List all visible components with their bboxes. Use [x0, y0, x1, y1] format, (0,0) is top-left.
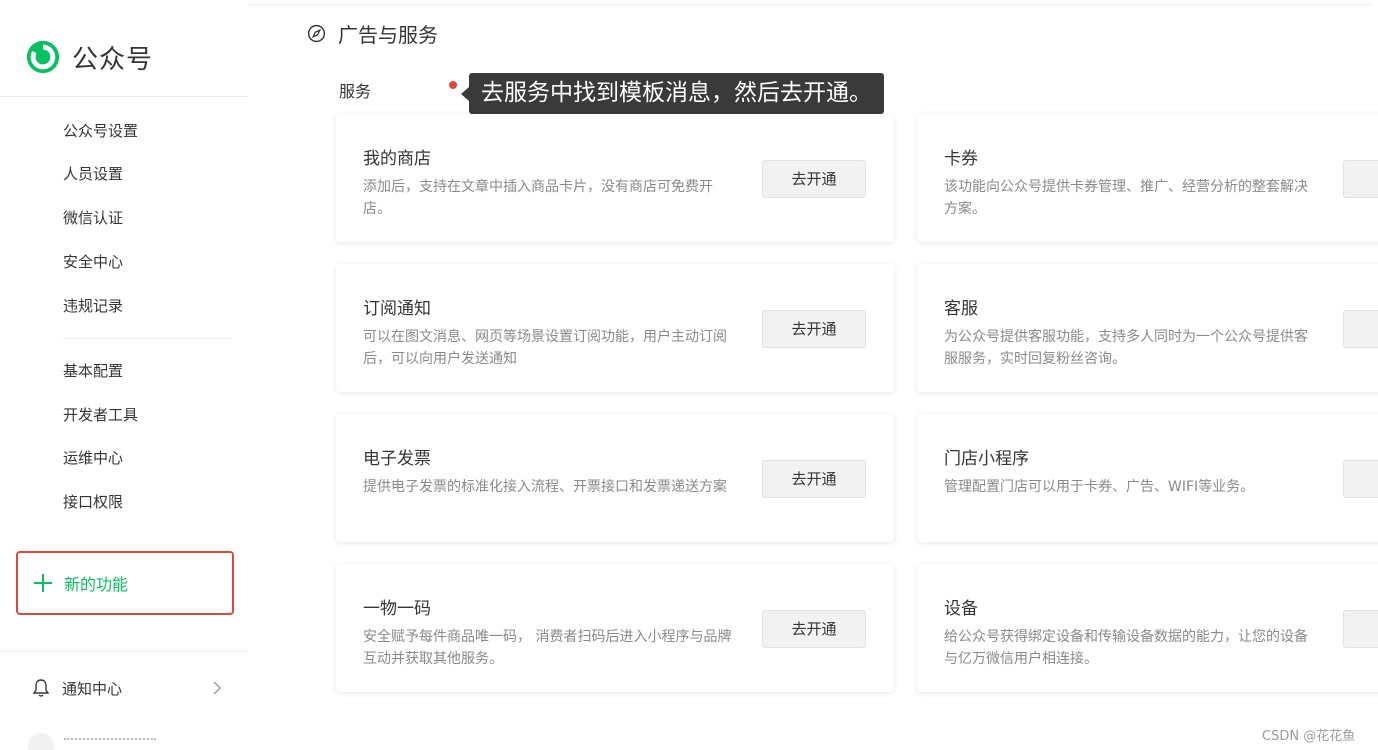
enable-button[interactable]: 去开通	[762, 160, 866, 198]
enable-button[interactable]: 去开通	[762, 610, 866, 648]
enable-button[interactable]	[1343, 610, 1378, 648]
chevron-right-icon	[213, 681, 221, 695]
service-card-subscription-notice: 订阅通知 可以在图文消息、网页等场景设置订阅功能，用户主动订阅后，可以向用户发送…	[336, 264, 894, 392]
app-root: 公众号 公众号设置 人员设置 微信认证 安全中心 违规记录 基本配置 开发者工具…	[0, 0, 1378, 750]
notification-center-label: 通知中心	[62, 679, 123, 698]
service-card-devices: 设备 给公众号获得绑定设备和传输设备数据的能力，让您的设备与亿万微信用户相连接。	[917, 564, 1378, 692]
service-card-coupons: 卡券 该功能向公众号提供卡券管理、推广、经营分析的整套解决方案。	[917, 114, 1378, 242]
card-title: 订阅通知	[363, 299, 431, 319]
card-title: 卡券	[944, 149, 978, 169]
wechat-mp-logo-icon	[26, 40, 60, 74]
service-card-customer-service: 客服 为公众号提供客服功能，支持多人同时为一个公众号提供客服服务，实时回复粉丝咨…	[917, 264, 1378, 392]
enable-button[interactable]	[1343, 460, 1378, 498]
sidebar: 公众号 公众号设置 人员设置 微信认证 安全中心 违规记录 基本配置 开发者工具…	[0, 0, 248, 750]
enable-button[interactable]: 去开通	[762, 310, 866, 348]
sidebar-divider	[0, 96, 248, 97]
sidebar-item-wechat-verification[interactable]: 微信认证	[63, 207, 123, 229]
card-title: 电子发票	[363, 449, 431, 469]
page-title: 广告与服务	[338, 23, 438, 47]
sidebar-bottom-divider	[0, 651, 248, 652]
page-header: 广告与服务	[307, 19, 438, 48]
card-description: 添加后，支持在文章中插入商品卡片，没有商店可免费开店。	[363, 179, 713, 217]
logo[interactable]: 公众号	[24, 38, 153, 76]
new-feature-label: 新的功能	[64, 575, 129, 594]
card-description: 安全赋予每件商品唯一码， 消费者扫码后进入小程序与品牌互动并获取其他服务。	[363, 629, 732, 667]
enable-button[interactable]	[1343, 160, 1378, 198]
sidebar-item-violation-records[interactable]: 违规记录	[63, 295, 123, 317]
service-card-e-invoice: 电子发票 提供电子发票的标准化接入流程、开票接口和发票递送方案 去开通	[336, 414, 894, 542]
logo-text: 公众号	[72, 44, 154, 75]
enable-button[interactable]: 去开通	[762, 460, 866, 498]
notification-center[interactable]: 通知中心	[32, 676, 222, 700]
card-description: 管理配置门店可以用于卡券、广告、WIFI等业务。	[944, 479, 1255, 495]
card-description: 为公众号提供客服功能，支持多人同时为一个公众号提供客服服务，实时回复粉丝咨询。	[944, 329, 1308, 367]
compass-icon	[307, 24, 326, 43]
account-name-cut	[64, 738, 156, 748]
sidebar-item-account-settings[interactable]: 公众号设置	[63, 120, 138, 142]
bell-icon	[32, 679, 50, 697]
new-feature-button[interactable]: 新的功能	[16, 551, 234, 615]
card-title: 我的商店	[363, 149, 431, 169]
sidebar-group-divider	[63, 338, 231, 339]
annotation-dot	[449, 81, 457, 89]
avatar[interactable]	[28, 733, 54, 750]
card-title: 一物一码	[363, 599, 431, 619]
card-description: 可以在图文消息、网页等场景设置订阅功能，用户主动订阅后，可以向用户发送通知	[363, 329, 727, 367]
sidebar-item-staff-settings[interactable]: 人员设置	[63, 163, 123, 185]
service-card-my-store: 我的商店 添加后，支持在文章中插入商品卡片，没有商店可免费开店。 去开通	[336, 114, 894, 242]
card-description: 该功能向公众号提供卡券管理、推广、经营分析的整套解决方案。	[944, 179, 1308, 217]
service-card-one-item-one-code: 一物一码 安全赋予每件商品唯一码， 消费者扫码后进入小程序与品牌互动并获取其他服…	[336, 564, 894, 692]
sidebar-item-api-permissions[interactable]: 接口权限	[63, 491, 123, 513]
service-card-store-miniprogram: 门店小程序 管理配置门店可以用于卡券、广告、WIFI等业务。	[917, 414, 1378, 542]
sidebar-item-ops-center[interactable]: 运维中心	[63, 447, 123, 469]
sidebar-item-basic-config[interactable]: 基本配置	[63, 360, 123, 382]
enable-button[interactable]	[1343, 310, 1378, 348]
plus-icon	[34, 574, 52, 592]
card-description: 给公众号获得绑定设备和传输设备数据的能力，让您的设备与亿万微信用户相连接。	[944, 629, 1308, 667]
section-label-services: 服务	[339, 82, 372, 101]
sidebar-item-security-center[interactable]: 安全中心	[63, 251, 123, 273]
card-description: 提供电子发票的标准化接入流程、开票接口和发票递送方案	[363, 479, 727, 495]
watermark: CSDN @花花鱼	[1262, 729, 1356, 744]
sidebar-item-developer-tools[interactable]: 开发者工具	[63, 404, 138, 426]
card-title: 门店小程序	[944, 449, 1029, 469]
card-title: 客服	[944, 299, 978, 319]
annotation-tooltip: 去服务中找到模板消息，然后去开通。	[461, 73, 884, 114]
card-title: 设备	[944, 599, 978, 619]
